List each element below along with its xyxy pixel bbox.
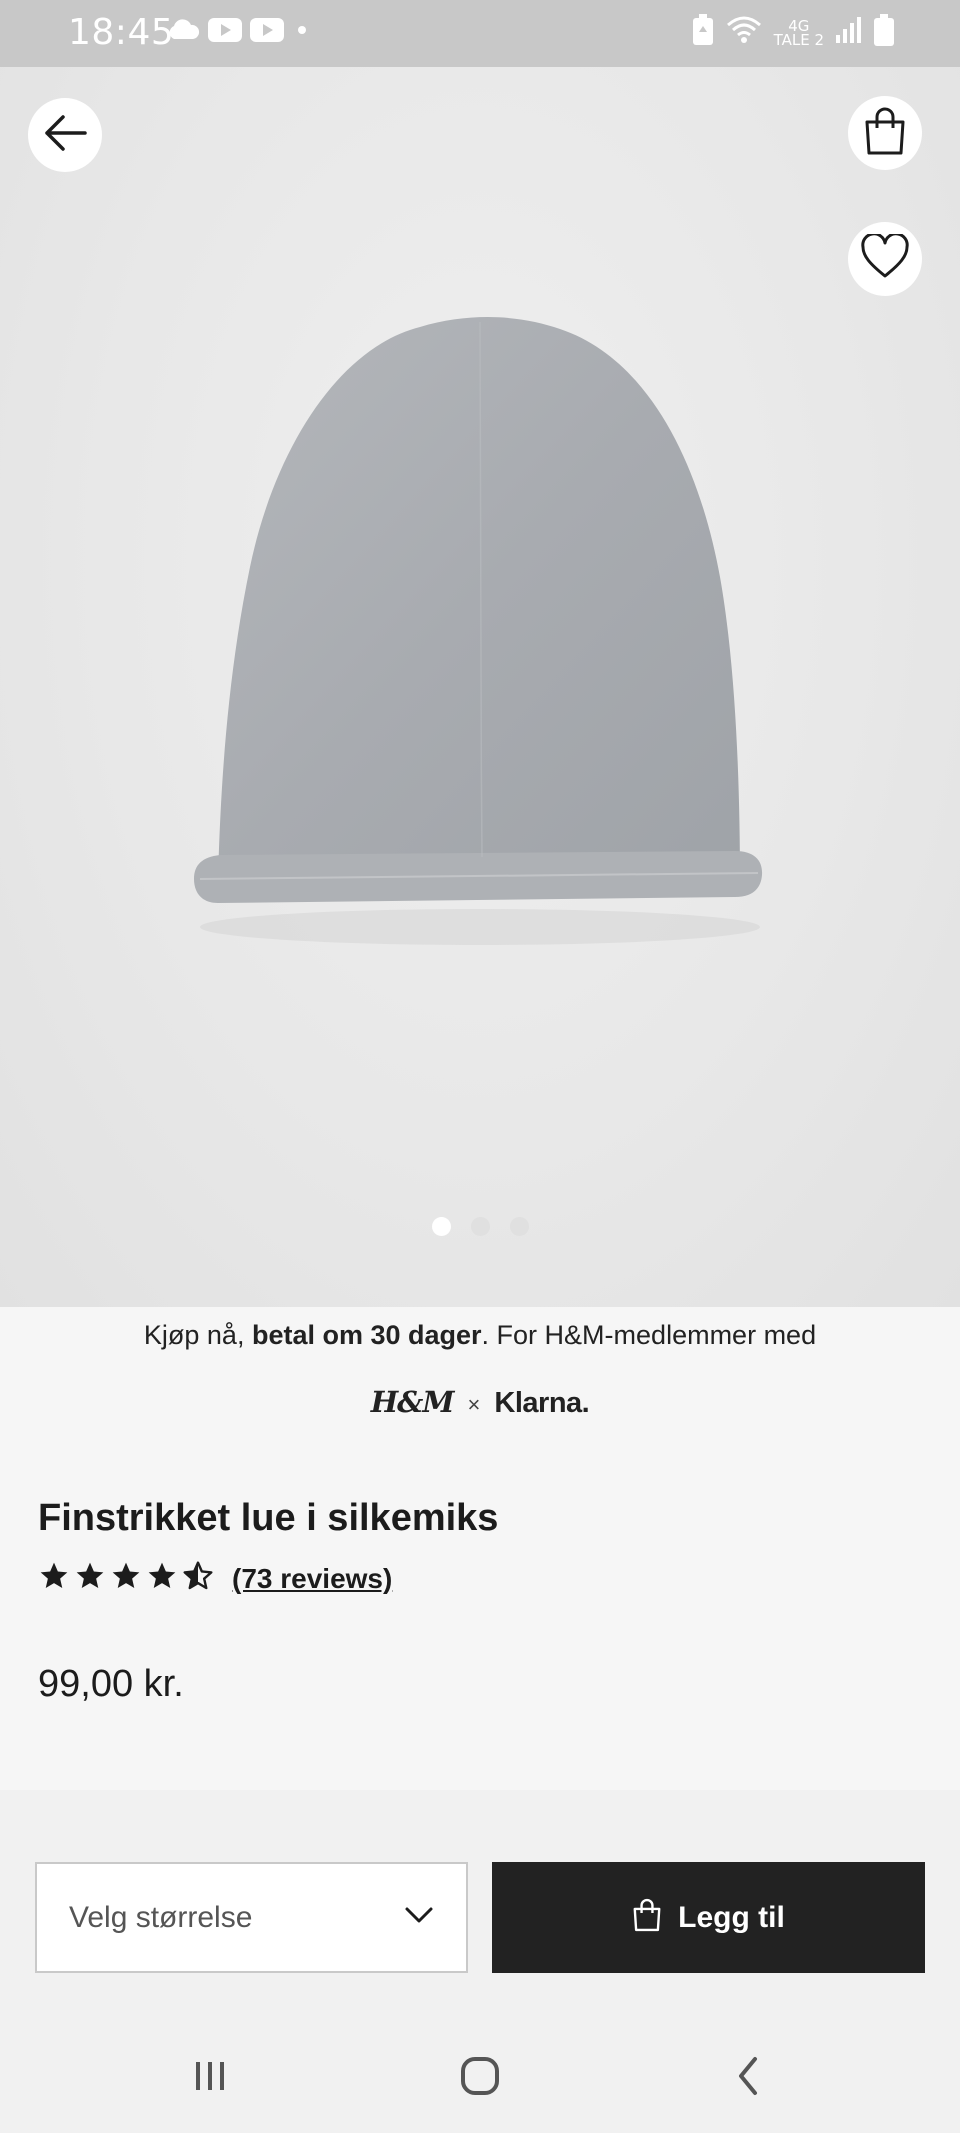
- heart-icon: [860, 231, 910, 285]
- add-to-cart-button[interactable]: Legg til: [492, 1862, 925, 1973]
- chevron-down-icon: [404, 1905, 434, 1930]
- star-icon: [110, 1560, 142, 1597]
- dot-icon: [292, 20, 312, 45]
- reviews-link[interactable]: (73 reviews): [232, 1563, 392, 1595]
- arrow-left-icon: [41, 113, 89, 158]
- home-icon: [459, 2055, 501, 2102]
- star-icon: [38, 1560, 70, 1597]
- back-button[interactable]: [28, 98, 102, 172]
- system-nav-bar: [0, 2020, 960, 2133]
- recent-apps-button[interactable]: [180, 2050, 240, 2106]
- product-price: 99,00 kr.: [38, 1663, 184, 1705]
- status-bar: 18:45 4G TALE 2: [0, 0, 960, 67]
- star-icon: [146, 1560, 178, 1597]
- battery-saver-icon: [692, 14, 714, 51]
- battery-icon: [874, 14, 894, 51]
- half-star-icon: [182, 1560, 214, 1597]
- shopping-bag-icon: [863, 106, 907, 161]
- product-image-carousel[interactable]: [0, 67, 960, 1307]
- youtube-icon: [250, 17, 284, 48]
- product-rating[interactable]: (73 reviews): [38, 1560, 392, 1597]
- carousel-dot[interactable]: [431, 1217, 451, 1236]
- size-select-label: Velg størrelse: [69, 1900, 253, 1934]
- star-icon: [74, 1560, 106, 1597]
- klarna-promo-text: Kjøp nå, betal om 30 dager. For H&M-medl…: [143, 1320, 817, 1350]
- times-sign: ×: [467, 1392, 481, 1417]
- home-button[interactable]: [450, 2050, 510, 2106]
- recent-apps-icon: [190, 2056, 230, 2101]
- product-image: [194, 317, 763, 945]
- signal-icon: [836, 15, 862, 50]
- shopping-bag-icon: [632, 1898, 662, 1937]
- klarna-logo: Klarna.: [494, 1387, 590, 1419]
- add-to-cart-label: Legg til: [678, 1900, 785, 1934]
- carousel-dot[interactable]: [509, 1217, 529, 1236]
- carousel-indicator: [0, 1217, 960, 1236]
- youtube-icon: [208, 17, 242, 48]
- chevron-left-icon: [733, 2055, 763, 2102]
- shopping-bag-button[interactable]: [848, 96, 922, 170]
- hm-logo: H&M: [370, 1385, 455, 1419]
- network-carrier: TALE 2: [773, 30, 824, 49]
- product-title: Finstrikket lue i silkemiks: [38, 1497, 499, 1539]
- status-time: 18:45: [68, 12, 175, 53]
- size-select[interactable]: Velg størrelse: [35, 1862, 468, 1973]
- wifi-icon: [726, 15, 762, 50]
- cloud-icon: [166, 19, 200, 46]
- favorite-button[interactable]: [848, 222, 922, 296]
- system-back-button[interactable]: [718, 2050, 778, 2106]
- carousel-dot[interactable]: [470, 1217, 490, 1236]
- klarna-logos: H&M × Klarna.: [0, 1385, 960, 1420]
